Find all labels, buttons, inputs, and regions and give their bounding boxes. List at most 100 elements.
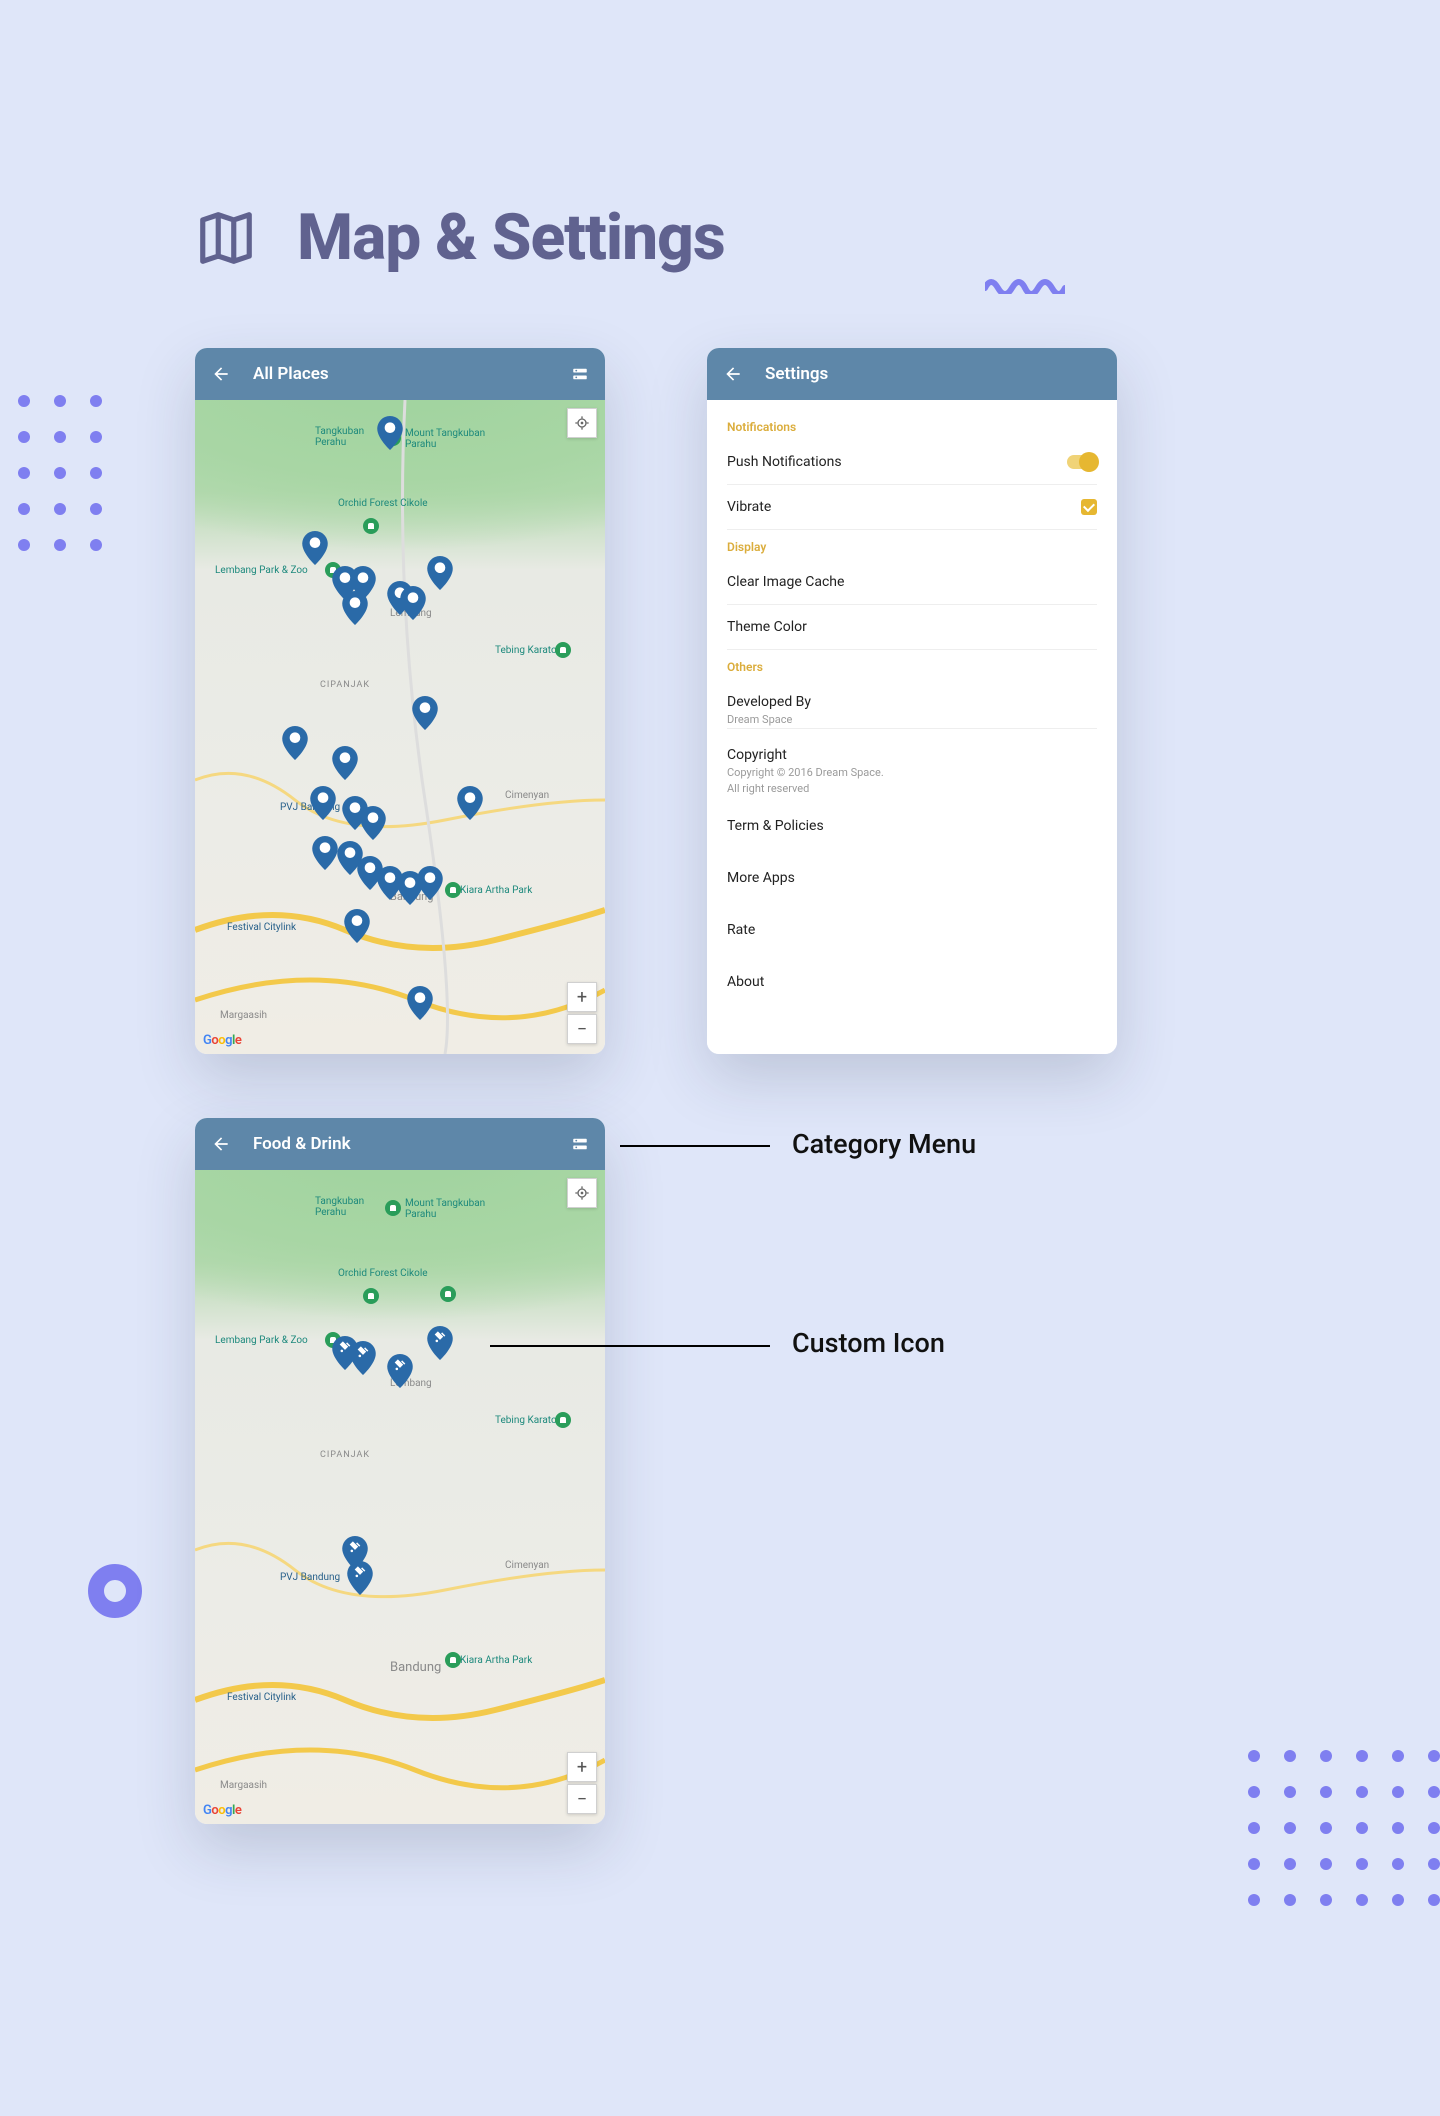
- section-header-display: Display: [727, 530, 1097, 560]
- dot-grid-decoration: [1248, 1750, 1440, 1906]
- map-label: Mount TangkubanParahu: [405, 1198, 485, 1220]
- map-label: Margaasih: [220, 1010, 267, 1021]
- map-pin[interactable]: [457, 786, 483, 820]
- checkbox-icon[interactable]: [1081, 499, 1097, 515]
- map-label: Tebing Karaton: [495, 1415, 562, 1426]
- map-pin[interactable]: [342, 591, 368, 625]
- map-label: Tebing Karaton: [495, 645, 562, 656]
- map-pin[interactable]: [302, 531, 328, 565]
- dot-grid-decoration: [18, 395, 102, 551]
- appbar: Food & Drink: [195, 1118, 605, 1170]
- map-pin[interactable]: [312, 836, 338, 870]
- setting-sublabel: Copyright © 2016 Dream Space.: [727, 765, 884, 780]
- section-header-others: Others: [727, 650, 1097, 680]
- map-view[interactable]: TangkubanPerahu Mount TangkubanParahu Or…: [195, 400, 605, 1054]
- map-pin[interactable]: [417, 866, 443, 900]
- donut-decoration: [88, 1564, 142, 1618]
- appbar-title: All Places: [253, 364, 549, 384]
- food-pin[interactable]: [350, 1341, 376, 1375]
- setting-more-apps[interactable]: More Apps: [727, 848, 1097, 900]
- appbar: Settings: [707, 348, 1117, 400]
- map-pin[interactable]: [310, 786, 336, 820]
- map-label: Cimenyan: [505, 1560, 549, 1571]
- setting-push-notifications[interactable]: Push Notifications: [727, 440, 1097, 485]
- park-icon: [440, 1286, 456, 1302]
- map-pin[interactable]: [332, 746, 358, 780]
- map-pin[interactable]: [377, 416, 403, 450]
- setting-sublabel: All right reserved: [727, 781, 884, 796]
- callout-line: [620, 1145, 770, 1147]
- map-label: TangkubanPerahu: [315, 1196, 364, 1218]
- map-pin[interactable]: [360, 806, 386, 840]
- map-label: Lembang Park & Zoo: [215, 1335, 308, 1346]
- park-icon: [555, 1412, 571, 1428]
- setting-rate[interactable]: Rate: [727, 900, 1097, 952]
- map-zoom-control: + −: [567, 1752, 597, 1814]
- map-label: TangkubanPerahu: [315, 426, 364, 448]
- map-pin[interactable]: [407, 986, 433, 1020]
- map-locate-control: [567, 408, 597, 438]
- setting-copyright[interactable]: Copyright Copyright © 2016 Dream Space. …: [727, 729, 1097, 798]
- map-label: Kiara Artha Park: [460, 885, 532, 896]
- map-pin[interactable]: [400, 586, 426, 620]
- appbar-title: Food & Drink: [253, 1134, 549, 1154]
- map-pin[interactable]: [344, 909, 370, 943]
- park-icon: [385, 1200, 401, 1216]
- setting-theme-color[interactable]: Theme Color: [727, 605, 1097, 650]
- list-toggle-icon[interactable]: [571, 365, 589, 383]
- setting-label: Push Notifications: [727, 454, 842, 470]
- map-label: Orchid Forest Cikole: [338, 1268, 428, 1279]
- food-pin[interactable]: [347, 1561, 373, 1595]
- setting-sublabel: Dream Space: [727, 712, 811, 727]
- back-arrow-icon[interactable]: [723, 364, 743, 384]
- zoom-in-button[interactable]: +: [567, 982, 597, 1012]
- map-label: Kiara Artha Park: [460, 1655, 532, 1666]
- map-label: CIPANJAK: [320, 1450, 370, 1460]
- map-locate-control: [567, 1178, 597, 1208]
- zoom-out-button[interactable]: −: [567, 1784, 597, 1814]
- park-icon: [555, 642, 571, 658]
- page-heading: Map & Settings: [195, 200, 725, 275]
- back-arrow-icon[interactable]: [211, 364, 231, 384]
- toggle-switch-icon[interactable]: [1067, 455, 1097, 469]
- callout-category-menu: Category Menu: [792, 1128, 976, 1160]
- setting-terms[interactable]: Term & Policies: [727, 798, 1097, 848]
- locate-button[interactable]: [567, 408, 597, 438]
- park-icon: [445, 1652, 461, 1668]
- map-pin[interactable]: [412, 696, 438, 730]
- map-label: CIPANJAK: [320, 680, 370, 690]
- map-pin[interactable]: [282, 726, 308, 760]
- food-pin[interactable]: [427, 1326, 453, 1360]
- map-label: Festival Citylink: [227, 922, 296, 933]
- callout-custom-icon: Custom Icon: [792, 1327, 945, 1359]
- google-logo: Google: [203, 1033, 241, 1048]
- appbar-title: Settings: [765, 364, 1101, 384]
- map-label: Festival Citylink: [227, 1692, 296, 1703]
- setting-label: About: [727, 974, 764, 990]
- section-header-notifications: Notifications: [727, 410, 1097, 440]
- list-toggle-icon[interactable]: [571, 1135, 589, 1153]
- park-icon: [363, 1288, 379, 1304]
- setting-label: Rate: [727, 922, 755, 938]
- zoom-in-button[interactable]: +: [567, 1752, 597, 1782]
- park-icon: [445, 882, 461, 898]
- setting-vibrate[interactable]: Vibrate: [727, 485, 1097, 530]
- map-pin[interactable]: [427, 556, 453, 590]
- map-outline-icon: [195, 207, 257, 269]
- setting-label: Vibrate: [727, 499, 771, 515]
- zoom-out-button[interactable]: −: [567, 1014, 597, 1044]
- map-view[interactable]: TangkubanPerahu Mount TangkubanParahu Or…: [195, 1170, 605, 1824]
- setting-about[interactable]: About: [727, 952, 1097, 1004]
- map-label: Margaasih: [220, 1780, 267, 1791]
- back-arrow-icon[interactable]: [211, 1134, 231, 1154]
- page-title: Map & Settings: [297, 200, 725, 275]
- locate-button[interactable]: [567, 1178, 597, 1208]
- settings-list: Notifications Push Notifications Vibrate…: [707, 400, 1117, 1054]
- setting-clear-cache[interactable]: Clear Image Cache: [727, 560, 1097, 605]
- map-label: Cimenyan: [505, 790, 549, 801]
- map-zoom-control: + −: [567, 982, 597, 1044]
- setting-developed-by[interactable]: Developed By Dream Space: [727, 680, 1097, 729]
- setting-label: Clear Image Cache: [727, 574, 844, 590]
- food-pin[interactable]: [387, 1354, 413, 1388]
- squiggle-decoration: [985, 274, 1065, 294]
